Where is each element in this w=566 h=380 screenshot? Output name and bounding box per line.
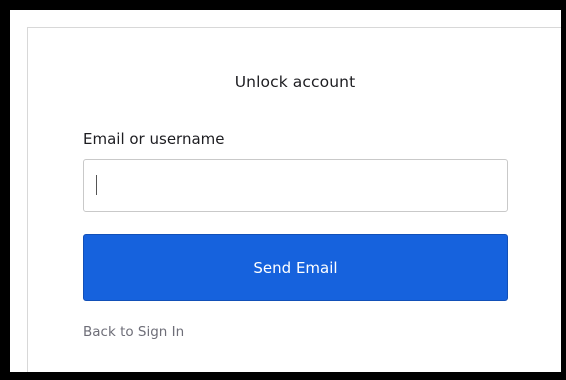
send-email-button[interactable]: Send Email bbox=[83, 234, 508, 301]
page-title: Unlock account bbox=[234, 73, 356, 91]
text-cursor bbox=[96, 175, 97, 195]
username-input[interactable] bbox=[83, 159, 508, 212]
unlock-account-card: Unlock account Email or username Send Em… bbox=[27, 27, 561, 372]
back-to-sign-in-link[interactable]: Back to Sign In bbox=[83, 324, 184, 340]
username-label: Email or username bbox=[83, 130, 225, 148]
screen-frame: Unlock account Email or username Send Em… bbox=[0, 0, 566, 380]
